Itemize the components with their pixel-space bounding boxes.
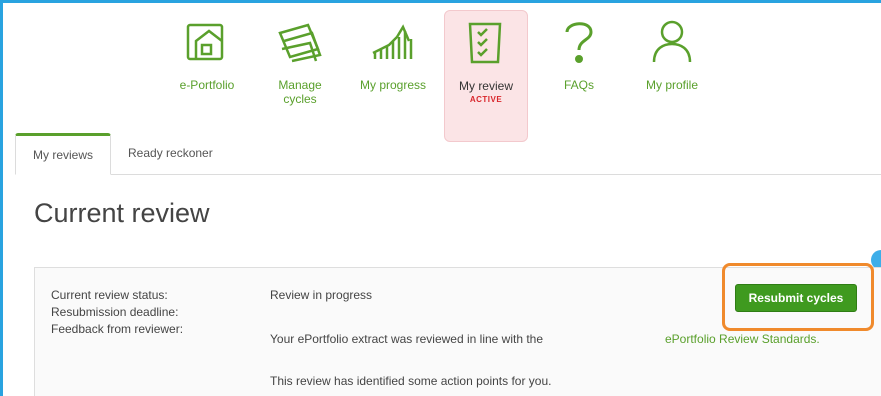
portfolio-icon [179,16,235,68]
status-label: Current review status: [51,288,168,302]
nav-label: My profile [645,78,698,92]
nav-label: My progress [359,78,427,92]
nav-item-e-portfolio[interactable]: e-Portfolio [165,10,249,142]
nav-label: FAQs [563,78,594,92]
question-icon [551,16,607,68]
review-standards-link[interactable]: ePortfolio Review Standards. [665,332,820,346]
tab-ready-reckoner[interactable]: Ready reckoner [111,132,230,174]
feedback-value: Your ePortfolio extract was reviewed in … [270,332,544,346]
checklist-icon [458,17,514,69]
nav-label: e-Portfolio [179,78,235,92]
deadline-label: Resubmission deadline: [51,305,179,319]
person-icon [644,16,700,68]
resubmit-cycles-button[interactable]: Resubmit cycles [735,284,857,312]
nav-label: My review [458,79,513,93]
action-points-text: This review has identified some action p… [270,374,552,388]
nav-item-my-progress[interactable]: My progress [351,10,435,142]
tab-bar: My reviews Ready reckoner [15,131,881,175]
nav-item-manage-cycles[interactable]: Manage cycles [258,10,342,142]
tab-my-reviews[interactable]: My reviews [15,133,112,175]
status-value: Review in progress [270,288,373,302]
nav-item-faqs[interactable]: FAQs [537,10,621,142]
cycles-icon [272,16,328,68]
feedback-label: Feedback from reviewer: [51,322,184,336]
nav-label: Manage cycles [278,78,322,106]
main-nav: e-Portfolio Manage cycles My progress My… [165,10,723,145]
nav-item-my-review[interactable]: My review ACTIVE [444,10,528,142]
page-title: Current review [34,198,210,228]
nav-item-my-profile[interactable]: My profile [630,10,714,142]
active-badge: ACTIVE [469,95,503,104]
progress-chart-icon [365,16,421,68]
